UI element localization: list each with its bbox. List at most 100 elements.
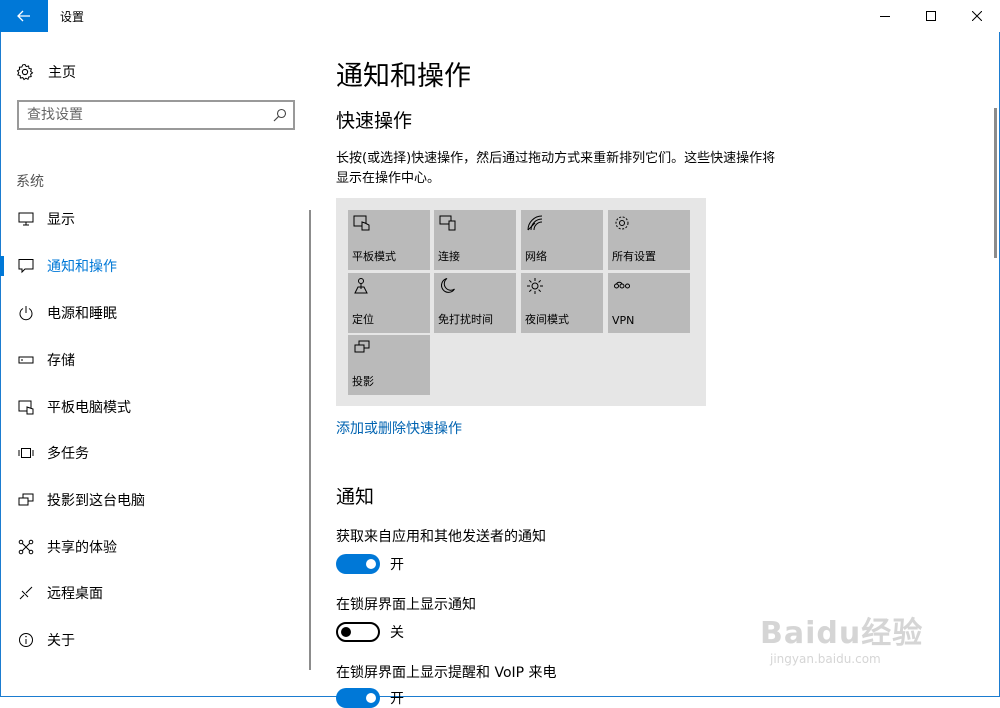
quick-action-project[interactable]: 投影	[348, 335, 430, 395]
sidebar-item-multitasking[interactable]: 多任务	[0, 435, 312, 471]
quick-action-location[interactable]: 定位	[348, 273, 430, 333]
tablet-mode-icon	[353, 215, 370, 231]
tile-label: 免打扰时间	[438, 313, 493, 326]
section-label-system: 系统	[16, 174, 44, 190]
notification-icon	[17, 257, 35, 275]
sidebar-item-label: 平板电脑模式	[47, 400, 131, 416]
power-icon	[17, 304, 35, 322]
sidebar-item-notifications[interactable]: 通知和操作	[0, 248, 312, 284]
quick-action-night-light[interactable]: 夜间模式	[521, 273, 603, 333]
setting-label-lockscreen-reminders: 在锁屏界面上显示提醒和 VoIP 来电	[336, 665, 557, 681]
gear-icon	[16, 63, 34, 81]
sidebar-item-shared-experiences[interactable]: 共享的体验	[0, 529, 312, 565]
home-nav-item[interactable]: 主页	[16, 60, 76, 84]
quick-action-quiet-hours[interactable]: 免打扰时间	[434, 273, 516, 333]
quick-actions-panel: 平板模式 连接 网络 所有设置 定位 免打扰时间 夜间模式 VPN 投影	[336, 198, 706, 406]
sidebar-item-label: 关于	[47, 633, 75, 649]
quick-action-vpn[interactable]: VPN	[608, 273, 690, 333]
sidebar-item-power[interactable]: 电源和睡眠	[0, 295, 312, 331]
toggle-knob	[366, 693, 376, 703]
project-icon	[17, 491, 35, 509]
vpn-icon	[614, 281, 630, 289]
search-icon[interactable]	[273, 108, 287, 122]
moon-icon	[441, 278, 455, 293]
sidebar-scrollbar[interactable]	[309, 210, 311, 670]
quick-action-connect[interactable]: 连接	[434, 210, 516, 270]
toggle-state-text: 开	[390, 691, 404, 707]
watermark-brand: Baidu经验	[760, 616, 924, 651]
sidebar-item-tablet-mode[interactable]: 平板电脑模式	[0, 389, 312, 425]
arrow-left-icon	[17, 10, 30, 22]
toggle-app-notifications[interactable]	[336, 554, 380, 574]
minimize-button[interactable]	[862, 0, 908, 32]
quick-action-all-settings[interactable]: 所有设置	[608, 210, 690, 270]
quick-action-tablet-mode[interactable]: 平板模式	[348, 210, 430, 270]
sidebar-item-label: 电源和睡眠	[47, 306, 117, 322]
search-box[interactable]	[17, 100, 295, 130]
display-icon	[17, 210, 35, 228]
baidu-watermark: Baidu经验 jingyan.baidu.com	[760, 590, 950, 680]
gear-icon	[615, 216, 629, 230]
sidebar-item-about[interactable]: 关于	[0, 622, 312, 658]
brightness-icon	[527, 278, 543, 294]
tablet-mode-icon	[17, 398, 35, 416]
notifications-heading: 通知	[336, 486, 375, 508]
quick-actions-description: 长按(或选择)快速操作，然后通过拖动方式来重新排列它们。这些快速操作将显示在操作…	[336, 151, 776, 186]
sidebar-item-display[interactable]: 显示	[0, 201, 312, 237]
sidebar-item-label: 远程桌面	[47, 586, 103, 602]
quick-action-network[interactable]: 网络	[521, 210, 603, 270]
back-button[interactable]	[0, 0, 48, 32]
toggle-state-text: 开	[390, 557, 404, 573]
tile-label: 投影	[352, 375, 374, 388]
toggle-app-notifications-row: 开	[336, 554, 404, 574]
maximize-button[interactable]	[908, 0, 954, 32]
connect-icon	[439, 215, 456, 231]
window-title: 设置	[60, 10, 85, 24]
sidebar-item-project[interactable]: 投影到这台电脑	[0, 482, 312, 518]
toggle-state-text: 关	[390, 625, 404, 641]
quick-actions-heading: 快速操作	[336, 110, 413, 132]
sidebar-item-label: 共享的体验	[47, 540, 117, 556]
sidebar-item-label: 投影到这台电脑	[47, 493, 145, 509]
tile-label: 所有设置	[612, 250, 656, 263]
sidebar-item-storage[interactable]: 存储	[0, 342, 312, 378]
toggle-lockscreen-notifications-row: 关	[336, 622, 404, 642]
search-input[interactable]	[27, 105, 267, 125]
close-button[interactable]	[954, 0, 1000, 32]
sidebar-item-label: 通知和操作	[47, 259, 117, 275]
toggle-knob	[366, 559, 376, 569]
storage-icon	[17, 351, 35, 369]
toggle-knob	[341, 627, 351, 637]
tile-label: 夜间模式	[525, 313, 569, 326]
add-remove-quick-actions-link[interactable]: 添加或删除快速操作	[336, 418, 462, 438]
shared-experiences-icon	[17, 538, 35, 556]
active-indicator	[0, 256, 4, 276]
sidebar-item-label: 显示	[47, 212, 75, 228]
network-icon	[527, 215, 543, 231]
home-label: 主页	[48, 65, 76, 81]
tile-label: 平板模式	[352, 250, 396, 263]
tile-label: VPN	[612, 314, 635, 327]
setting-label-lockscreen-notifications: 在锁屏界面上显示通知	[336, 597, 476, 613]
minimize-icon	[880, 16, 890, 17]
setting-label-app-notifications: 获取来自应用和其他发送者的通知	[336, 529, 546, 545]
sidebar: 主页 系统 显示 通知和操作 电源和睡眠 存储	[0, 32, 312, 697]
title-bar: 设置	[0, 0, 1000, 32]
maximize-icon	[926, 11, 936, 21]
multitasking-icon	[17, 444, 35, 462]
toggle-lockscreen-reminders[interactable]	[336, 688, 380, 708]
project-icon	[354, 340, 370, 353]
toggle-lockscreen-notifications[interactable]	[336, 622, 380, 642]
toggle-lockscreen-reminders-row: 开	[336, 688, 404, 708]
watermark-url: jingyan.baidu.com	[770, 652, 881, 666]
remote-desktop-icon	[17, 584, 35, 602]
sidebar-item-label: 存储	[47, 353, 75, 369]
info-icon	[17, 631, 35, 649]
location-icon	[354, 278, 368, 294]
main-scrollbar[interactable]	[994, 108, 997, 258]
sidebar-item-label: 多任务	[47, 446, 89, 462]
sidebar-item-remote-desktop[interactable]: 远程桌面	[0, 575, 312, 611]
tile-label: 连接	[438, 250, 460, 263]
tile-label: 定位	[352, 313, 374, 326]
page-title: 通知和操作	[336, 61, 471, 92]
